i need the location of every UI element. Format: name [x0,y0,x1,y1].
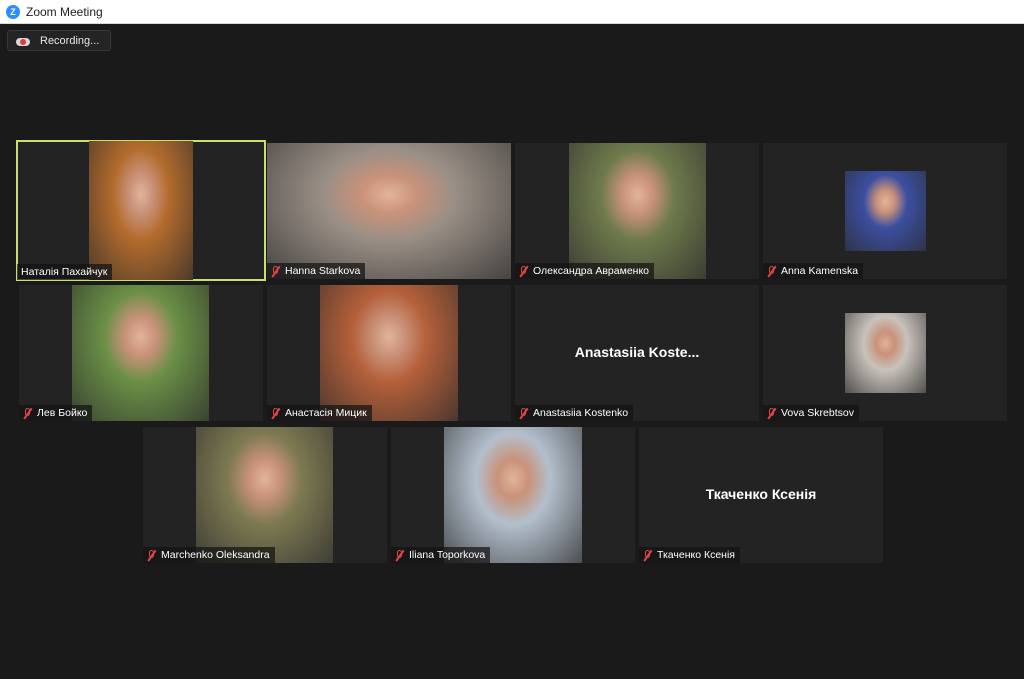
muted-mic-icon [147,549,157,561]
participant-display-name: Ткаченко Ксенія [705,486,817,502]
participant-name: Marchenko Oleksandra [161,549,270,561]
participant-video [72,285,209,421]
participant-name: Anna Kamenska [781,265,859,277]
participant-name: Hanna Starkova [285,265,361,277]
video-tile[interactable]: Наталія Пахайчук [16,140,266,281]
muted-mic-icon [767,265,777,277]
participant-video [845,313,926,393]
video-tile[interactable]: Iliana Toporkova [391,427,635,563]
muted-mic-icon [395,549,405,561]
video-tile[interactable]: Hanna Starkova [267,143,511,279]
participant-name: Наталія Пахайчук [21,266,108,278]
muted-mic-icon [271,407,281,419]
participant-name-tag: Наталія Пахайчук [17,264,113,280]
participant-video [89,141,193,280]
participant-video [569,143,706,279]
participant-name: Vova Skrebtsov [781,407,854,419]
participant-name-tag: Ткаченко Ксенія [639,547,740,563]
participant-name-tag: Iliana Toporkova [391,547,491,563]
participant-name-tag: Лев Бойко [19,405,93,421]
video-tile[interactable]: Vova Skrebtsov [763,285,1007,421]
recording-label: Recording... [40,34,100,47]
participant-video [267,143,511,279]
window-title: Zoom Meeting [26,4,103,19]
participant-name-tag: Anastasiia Kostenko [515,405,634,421]
muted-mic-icon [519,407,529,419]
video-tile[interactable]: Ткаченко Ксенія Ткаченко Ксенія [639,427,883,563]
video-tile[interactable]: Marchenko Oleksandra [143,427,387,563]
video-tile[interactable]: Олександра Авраменко [515,143,759,279]
title-bar: Z Zoom Meeting [0,0,1024,24]
muted-mic-icon [271,265,281,277]
participant-name-tag: Vova Skrebtsov [763,405,859,421]
cloud-record-icon [16,36,30,46]
participant-name: Олександра Авраменко [533,265,650,277]
muted-mic-icon [643,549,653,561]
participant-name-tag: Анастасія Мицик [267,405,372,421]
participant-name-tag: Anna Kamenska [763,263,864,279]
participant-video [320,285,458,421]
participant-name: Ткаченко Ксенія [657,549,735,561]
participant-video [444,427,582,563]
participant-name: Анастасія Мицик [285,407,367,419]
video-tile[interactable]: Лев Бойко [19,285,263,421]
participant-name: Лев Бойко [37,407,88,419]
muted-mic-icon [767,407,777,419]
muted-mic-icon [519,265,529,277]
participant-name-tag: Hanna Starkova [267,263,366,279]
video-tile[interactable]: Анастасія Мицик [267,285,511,421]
participant-name-tag: Олександра Авраменко [515,263,655,279]
video-tile[interactable]: Anna Kamenska [763,143,1007,279]
muted-mic-icon [23,407,33,419]
participant-name: Anastasiia Kostenko [533,407,629,419]
participant-video [845,171,926,251]
recording-indicator[interactable]: Recording... [7,30,111,51]
zoom-logo-icon: Z [6,4,20,19]
participant-video [196,427,333,563]
participant-name: Iliana Toporkova [409,549,486,561]
participant-display-name: Anastasiia Koste... [574,344,700,360]
participant-name-tag: Marchenko Oleksandra [143,547,275,563]
video-tile[interactable]: Anastasiia Koste... Anastasiia Kostenko [515,285,759,421]
